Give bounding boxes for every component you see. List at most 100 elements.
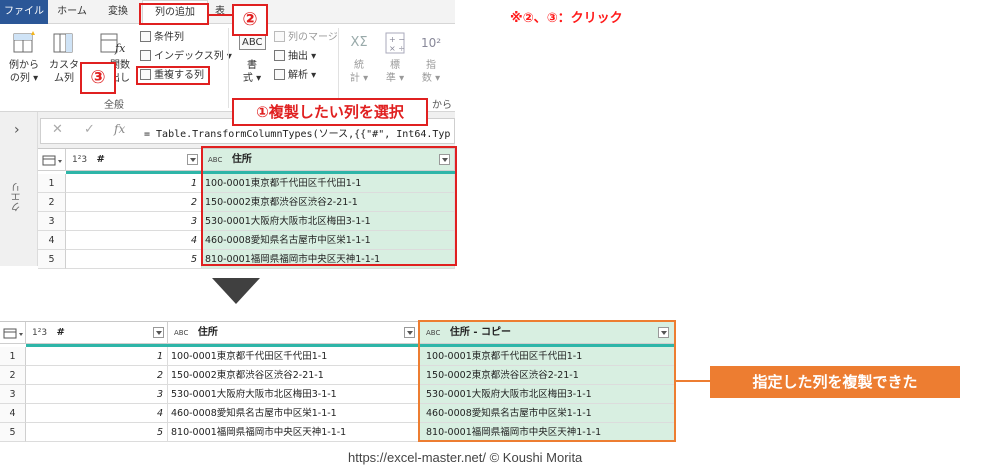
button-label: 書 (247, 60, 257, 71)
column-from-examples-button[interactable]: 例から の列 ▾ (6, 30, 42, 85)
button-label: 数 ▾ (421, 73, 441, 84)
highlight-duplicate-column (136, 66, 210, 85)
table-star-icon (11, 30, 37, 56)
extract-icon (274, 50, 285, 61)
click-note: ※②、③：クリック (510, 11, 623, 26)
table-cell[interactable]: 530-0001大阪府大阪市北区梅田3-1-1 (168, 385, 420, 404)
connector-line (676, 380, 712, 382)
table-cell[interactable]: 5 (66, 250, 202, 269)
button-label: 列のマージ (288, 32, 338, 43)
filter-dropdown-icon[interactable] (187, 154, 198, 165)
group-label-from: から (432, 100, 452, 111)
formula-text[interactable]: = Table.TransformColumnTypes(ソース,{{"#", … (144, 125, 450, 140)
credit-text: https://excel-master.net/ © Koushi Morit… (348, 450, 583, 465)
conditional-icon (140, 31, 151, 42)
fx-icon: fx (114, 122, 126, 136)
table-cell[interactable]: 3 (26, 385, 168, 404)
row-number: 5 (0, 423, 26, 442)
ribbon-separator (228, 28, 229, 108)
tab-file[interactable]: ファイル (0, 0, 48, 24)
filter-dropdown-icon[interactable] (404, 327, 415, 338)
table-menu-icon[interactable] (38, 149, 66, 171)
table-column-icon (51, 30, 77, 56)
tab-home[interactable]: ホーム (52, 0, 92, 24)
column-header-number[interactable]: 1²3 # (66, 149, 202, 171)
column-header-label: # (56, 327, 65, 338)
button-label: 計 ▾ (349, 73, 369, 84)
merge-icon (274, 31, 285, 42)
standard-button[interactable]: + − × ÷ 標 準 ▾ (380, 30, 410, 85)
row-number: 4 (38, 231, 66, 250)
calculator-icon: + − × ÷ (382, 30, 408, 56)
button-label: カスタ (49, 60, 79, 71)
table-cell[interactable]: 2 (66, 193, 202, 212)
row-number: 2 (0, 366, 26, 385)
highlight-address-column (201, 146, 457, 266)
row-number: 1 (0, 347, 26, 366)
button-label: 指 (426, 60, 436, 71)
tab-view[interactable]: 表 (210, 0, 230, 24)
scientific-button[interactable]: 10² 指 数 ▾ (416, 30, 446, 85)
column-header-number[interactable]: 1²3 # (26, 322, 168, 344)
svg-text:× ÷: × ÷ (389, 44, 405, 53)
highlight-copied-column (418, 320, 676, 442)
table-cell[interactable]: 1 (66, 174, 202, 193)
parse-button[interactable]: 解析 ▾ (274, 67, 316, 84)
parse-icon (274, 69, 285, 80)
table-cell[interactable]: 100-0001東京都千代田区千代田1-1 (168, 347, 420, 366)
row-number: 4 (0, 404, 26, 423)
row-number: 3 (0, 385, 26, 404)
arrow-down-icon (212, 278, 260, 304)
column-header-address[interactable]: ABC 住所 (168, 322, 420, 344)
table-cell[interactable]: 3 (66, 212, 202, 231)
custom-column-button[interactable]: カスタ ム列 (46, 30, 82, 85)
table-cell[interactable]: 2 (26, 366, 168, 385)
queries-pane-label: クエリ (12, 182, 23, 212)
step2-label: ② (232, 4, 268, 36)
svg-text:fx: fx (114, 42, 125, 55)
step1-label: ①複製したい列を選択 (232, 98, 428, 126)
column-header-label: # (96, 154, 105, 165)
table-cell[interactable]: 810-0001福岡県福岡市中央区天神1-1-1 (168, 423, 420, 442)
table-cell[interactable]: 1 (26, 347, 168, 366)
table-cell[interactable]: 150-0002東京都渋谷区渋谷2-21-1 (168, 366, 420, 385)
filter-dropdown-icon[interactable] (153, 327, 164, 338)
expand-queries-chevron-icon[interactable]: › (14, 122, 20, 138)
table-cell[interactable]: 4 (66, 231, 202, 250)
button-label: 例から (9, 60, 39, 71)
button-label: 標 (390, 60, 400, 71)
button-label: 式 ▾ (242, 73, 262, 84)
text-type-icon: ABC (174, 329, 189, 337)
table-cell[interactable]: 4 (26, 404, 168, 423)
step3-label: ③ (80, 62, 116, 94)
format-button[interactable]: ABC 書 式 ▾ (236, 30, 268, 85)
confirm-icon[interactable]: ✓ (84, 122, 95, 137)
index-column-button[interactable]: インデックス列 ▾ (140, 48, 232, 65)
row-number: 5 (38, 250, 66, 269)
row-number: 1 (38, 174, 66, 193)
button-label: 解析 ▾ (288, 70, 317, 81)
table-menu-icon[interactable] (0, 322, 26, 344)
merge-columns-button[interactable]: 列のマージ (274, 29, 338, 46)
index-icon (140, 50, 151, 61)
row-number: 2 (38, 193, 66, 212)
table-cell[interactable]: 5 (26, 423, 168, 442)
group-label-general: 全般 (104, 100, 124, 111)
button-label: ム列 (54, 73, 74, 84)
row-number: 3 (38, 212, 66, 231)
tab-transform[interactable]: 変換 (100, 0, 136, 24)
statistics-button[interactable]: XΣ 統 計 ▾ (344, 30, 374, 85)
table-cell[interactable]: 460-0008愛知県名古屋市中区栄1-1-1 (168, 404, 420, 423)
whole-number-type-icon: 1²3 (72, 155, 88, 165)
connector-line (209, 14, 233, 16)
function-icon: fx (99, 30, 126, 56)
result-label: 指定した列を複製できた (710, 366, 960, 398)
extract-button[interactable]: 抽出 ▾ (274, 48, 316, 65)
highlight-add-column-tab (139, 3, 209, 25)
sigma-icon: XΣ (350, 35, 368, 50)
button-label: 抽出 ▾ (288, 51, 317, 62)
column-header-label: 住所 (197, 327, 218, 338)
button-label: 準 ▾ (385, 73, 405, 84)
conditional-column-button[interactable]: 条件列 (140, 29, 184, 46)
cancel-icon[interactable]: ✕ (52, 122, 63, 137)
